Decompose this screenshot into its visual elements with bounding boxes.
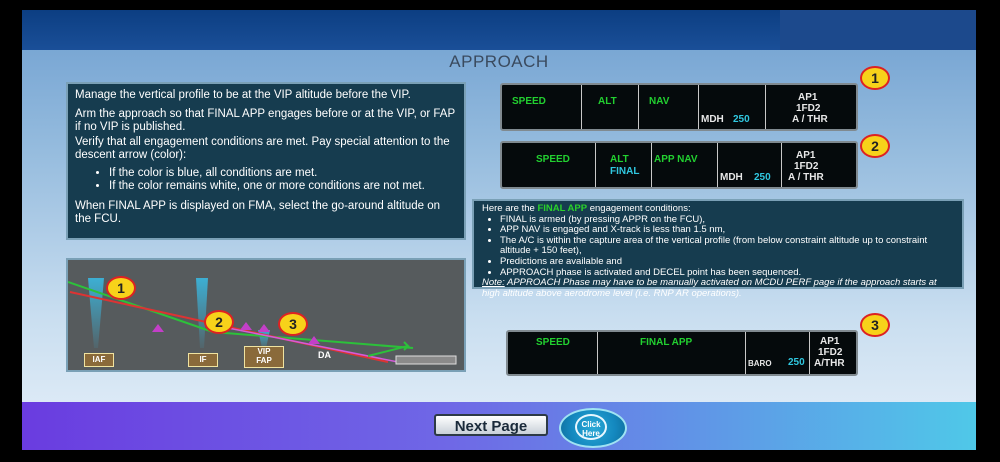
fma-nav: NAV	[649, 96, 670, 107]
click-here-text: Here	[582, 429, 600, 438]
fma-speed: SPEED	[536, 337, 570, 348]
step-badge-1: 1	[860, 66, 890, 90]
page-title: APPROACH	[449, 52, 549, 71]
step-badge-3: 3	[860, 313, 890, 337]
fma-athr: A/THR	[814, 358, 845, 369]
fma-col-ap: AP1 1FD2 A / THR	[782, 143, 856, 187]
fma-baro-value: 250	[788, 357, 805, 368]
engagement-conditions-panel: Here are the FINAL APP engagement condit…	[472, 199, 964, 298]
click-here-icon: Click Here	[575, 414, 607, 440]
fma-col-ap: AP1 1FD2 A / THR	[766, 85, 856, 129]
fma-col-ap: AP1 1FD2 A/THR	[810, 332, 856, 374]
fma-col-nav: APP NAV	[652, 143, 718, 187]
fma-col-alt: ALT FINAL	[596, 143, 652, 187]
fap-text: FAP	[256, 356, 272, 365]
diagram-badge-2: 2	[204, 310, 234, 334]
conditions-intro-text: engagement conditions:	[587, 203, 691, 214]
instruction-bullets: If the color is blue, all conditions are…	[75, 167, 457, 193]
instruction-text: Verify that all engagement conditions ar…	[75, 136, 450, 161]
conditions-list: FINAL is armed (by pressing APPR on the …	[482, 214, 954, 279]
fma-ap: AP1	[796, 150, 816, 161]
fma-mdh-value: 250	[733, 114, 750, 125]
fma-mdh-value: 250	[754, 172, 771, 183]
descent-marker	[152, 324, 164, 332]
fma-mdh-label: MDH	[720, 172, 743, 183]
vip-text: VIP	[257, 347, 271, 356]
if-beam	[196, 278, 208, 348]
fma-final-app: FINAL APP	[640, 337, 693, 348]
lesson-slide: APPROACH Manage the vertical profile to …	[22, 10, 976, 450]
fma-display-1: SPEED ALT NAV MDH 250 AP1 1FD2 A / THR	[500, 83, 858, 131]
fma-col-baro: BARO 250	[746, 332, 810, 374]
fma-display-2: SPEED ALT FINAL APP NAV MDH 250 AP1 1FD2…	[500, 141, 858, 189]
iaf-label: IAF	[84, 353, 114, 367]
header-bar-right	[780, 10, 976, 50]
click-here-text: Click	[581, 420, 601, 429]
descent-marker	[240, 322, 252, 330]
fma-fd: 1FD2	[796, 103, 821, 114]
vip-fap-label: VIP FAP	[244, 346, 284, 368]
fma-col-mdh: MDH 250	[699, 85, 766, 129]
conditions-intro-text: Here are the	[482, 203, 538, 214]
fma-mdh-label: MDH	[701, 114, 724, 125]
fma-col-mdh: MDH 250	[718, 143, 782, 187]
instruction-text: When FINAL APP is displayed on FMA, sele…	[75, 200, 441, 225]
list-item: If the color remains white, one or more …	[109, 180, 457, 193]
note-label: Note:	[482, 277, 505, 289]
final-app-highlight: FINAL APP	[537, 203, 588, 214]
if-label: IF	[188, 353, 218, 367]
fma-fd: 1FD2	[818, 347, 843, 358]
diagram-badge-3: 3	[278, 312, 308, 336]
next-page-button[interactable]: Next Page	[434, 414, 548, 436]
fma-col-speed: SPEED	[508, 332, 598, 374]
fma-alt: ALT	[598, 96, 617, 107]
list-item: The A/C is within the capture area of th…	[500, 235, 954, 257]
descent-marker	[258, 324, 270, 332]
fma-alt: ALT	[610, 154, 629, 165]
instruction-text: Manage the vertical profile to be at the…	[75, 89, 411, 101]
fma-app-nav: APP NAV	[654, 154, 698, 165]
fma-final-armed: FINAL	[610, 166, 640, 177]
note-text: APPROACH Phase may have to be manually a…	[482, 277, 937, 299]
vertical-profile-diagram: IAF IF VIP FAP DA 1 2 3	[66, 258, 466, 372]
list-item: Predictions are available and	[500, 256, 954, 268]
fma-ap: AP1	[798, 92, 818, 103]
fma-col-speed: SPEED	[502, 85, 582, 129]
fma-col-finalapp: FINAL APP	[598, 332, 746, 374]
runway	[395, 355, 457, 365]
conditions-note: Note: APPROACH Phase may have to be manu…	[482, 277, 954, 299]
fma-col-speed: SPEED	[502, 143, 596, 187]
fma-baro-label: BARO	[748, 359, 772, 368]
fma-speed: SPEED	[536, 154, 570, 165]
diagram-badge-1: 1	[106, 276, 136, 300]
iaf-beam	[88, 278, 104, 348]
click-here-button[interactable]: Click Here	[559, 408, 627, 448]
fma-speed: SPEED	[512, 96, 546, 107]
list-item: If the color is blue, all conditions are…	[109, 167, 457, 180]
fma-display-3: SPEED FINAL APP BARO 250 AP1 1FD2 A/THR	[506, 330, 858, 376]
instruction-text: Arm the approach so that FINAL APP engag…	[75, 108, 455, 133]
step-badge-2: 2	[860, 134, 890, 158]
fma-athr: A / THR	[792, 114, 828, 125]
fma-fd: 1FD2	[794, 161, 819, 172]
conditions-intro: Here are the FINAL APP engagement condit…	[482, 203, 954, 215]
da-label: DA	[318, 350, 331, 360]
fma-col-nav: NAV	[639, 85, 699, 129]
fma-col-alt: ALT	[582, 85, 639, 129]
fma-ap: AP1	[820, 336, 840, 347]
instructions-panel: Manage the vertical profile to be at the…	[66, 82, 466, 240]
fma-athr: A / THR	[788, 172, 824, 183]
